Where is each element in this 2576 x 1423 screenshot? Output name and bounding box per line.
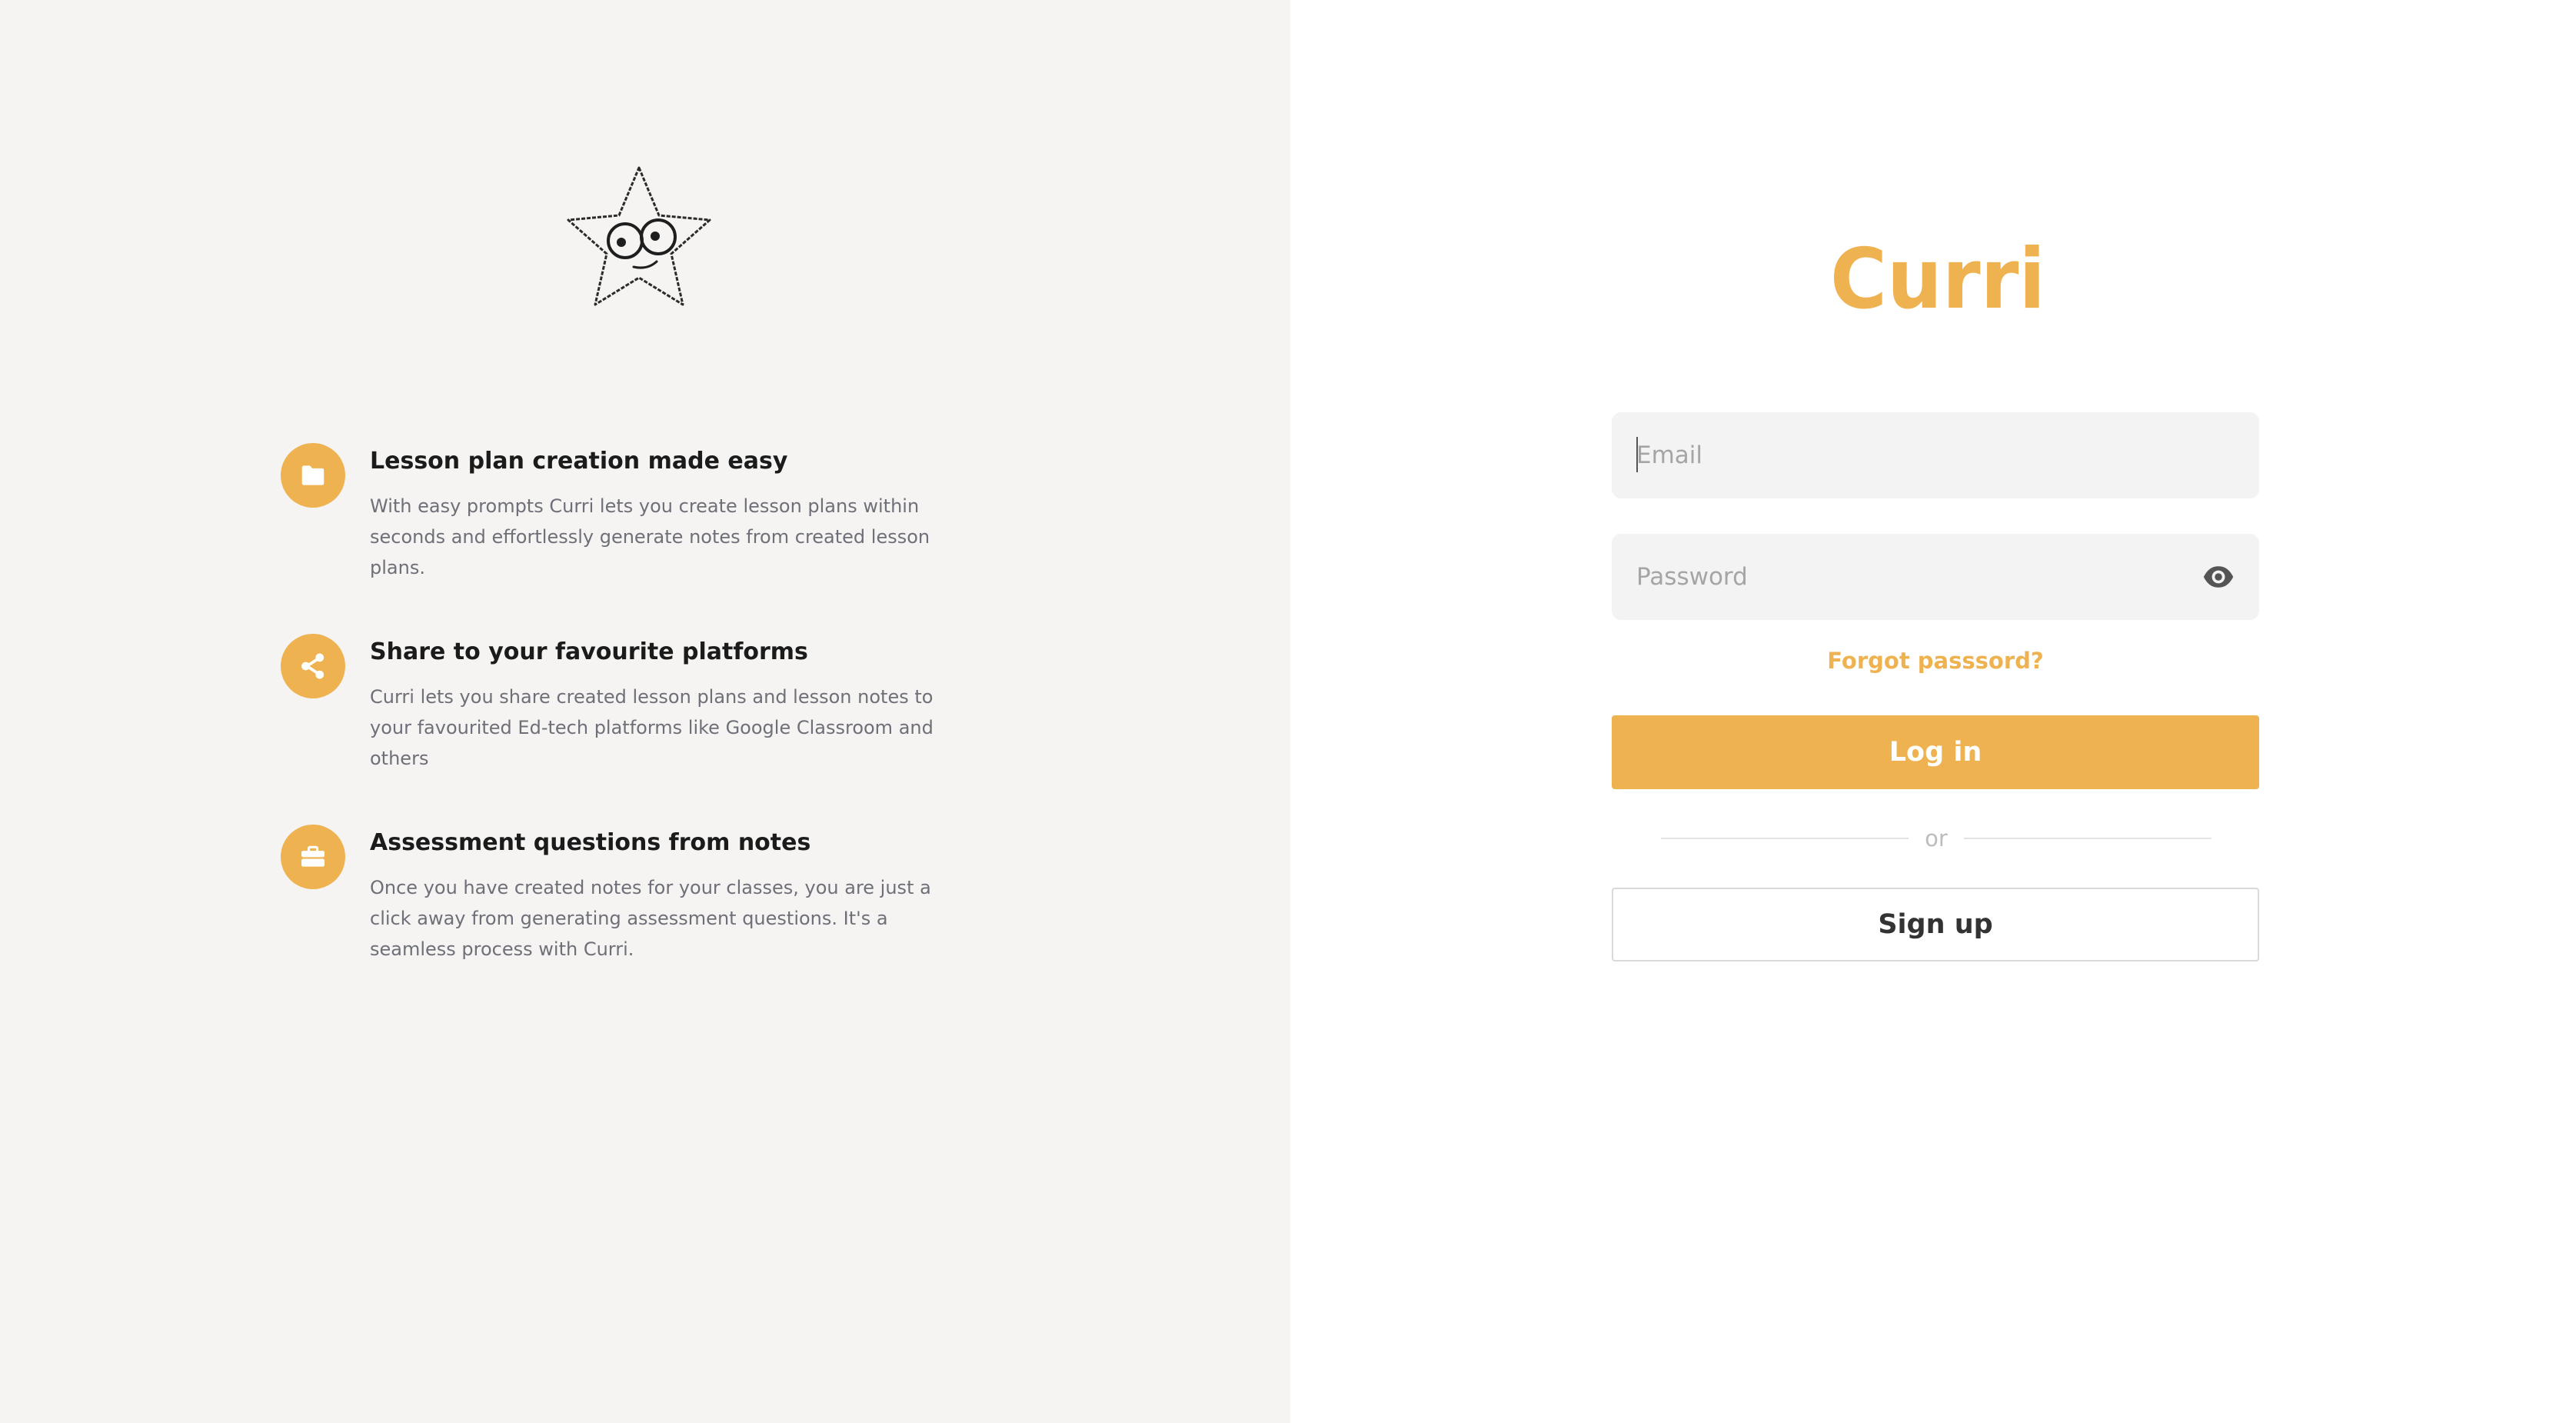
email-field[interactable] (1612, 412, 2259, 498)
eye-icon[interactable] (2201, 560, 2236, 594)
star-mascot-illustration (567, 166, 711, 306)
login-button[interactable]: Log in (1612, 715, 2259, 789)
or-divider: or (1661, 821, 2212, 855)
password-field[interactable] (1612, 534, 2259, 620)
login-panel (1290, 0, 2576, 1423)
feature-title: Assessment questions from notes (370, 829, 811, 856)
svg-text:Curri: Curri (1830, 232, 2045, 323)
feature-description: Once you have created notes for your cla… (370, 877, 931, 960)
feature-description: With easy prompts Curri lets you create … (370, 495, 930, 578)
folder-icon (281, 443, 345, 508)
email-input[interactable] (1612, 412, 2259, 498)
password-input[interactable] (1612, 534, 2259, 620)
curri-logo: Curri (1830, 232, 2045, 323)
features-panel: Lesson plan creation made easy With easy… (0, 0, 1290, 1423)
signup-button[interactable]: Sign up (1612, 888, 2259, 961)
feature-title: Share to your favourite platforms (370, 638, 808, 665)
feature-description: Curri lets you share created lesson plan… (370, 686, 934, 769)
briefcase-icon (281, 825, 345, 889)
feature-title: Lesson plan creation made easy (370, 448, 788, 475)
text-cursor (1636, 437, 1638, 472)
share-icon (281, 634, 345, 698)
or-text: or (1925, 825, 1948, 851)
forgot-password-link[interactable]: Forgot passsord? (1612, 648, 2259, 674)
